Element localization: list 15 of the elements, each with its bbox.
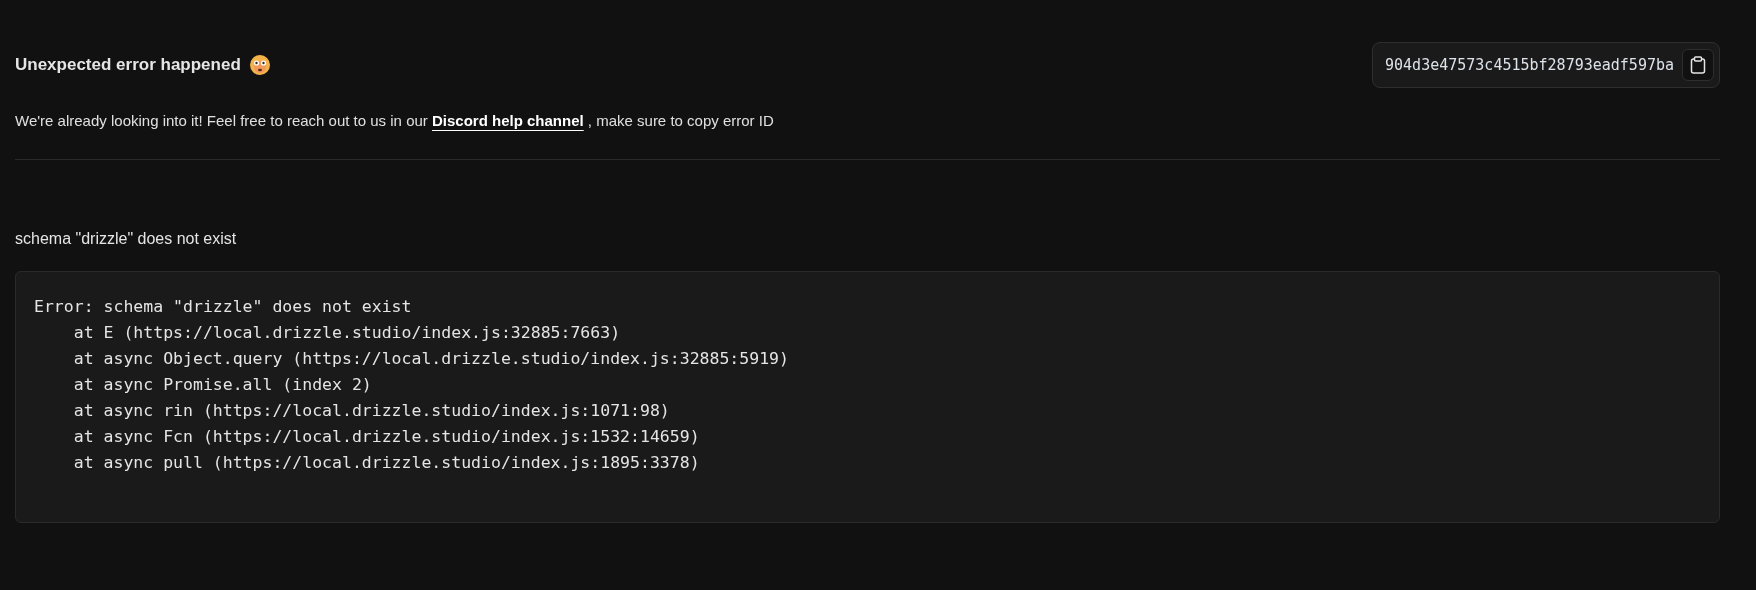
stack-trace-line: at E (https://local.drizzle.studio/index.js:32885:7663): [72, 321, 621, 344]
worried-face-icon: [248, 54, 271, 76]
stack-trace-line: at async Object.query (https://local.drizzle.studio/index.js:32885:5919): [72, 347, 789, 370]
error-summary: schema "drizzle" does not exist: [15, 228, 238, 249]
error-id: 904d3e47573c4515bf28793eadf597ba: [1385, 54, 1674, 76]
discord-link[interactable]: Discord help channel: [432, 112, 584, 129]
stack-trace-line: at async pull (https://local.drizzle.studio/index.js:1895:3378): [72, 451, 700, 474]
help-message: We're already looking into it! Feel free to reach out to us in our Discord help channel , make sure to copy error ID: [15, 111, 775, 131]
stack-trace-line: Error: schema "drizzle" does not exist: [34, 295, 412, 318]
stack-trace-line: at async rin (https://local.drizzle.studio/index.js:1071:98): [72, 399, 670, 422]
error-title: Unexpected error happened: [15, 54, 241, 77]
stack-trace-line: at async Promise.all (index 2): [72, 373, 372, 396]
clipboard-icon: [1690, 56, 1706, 74]
stack-trace-line: at async Fcn (https://local.drizzle.studio/index.js:1532:14659): [72, 425, 700, 448]
copy-button[interactable]: [1682, 49, 1714, 81]
